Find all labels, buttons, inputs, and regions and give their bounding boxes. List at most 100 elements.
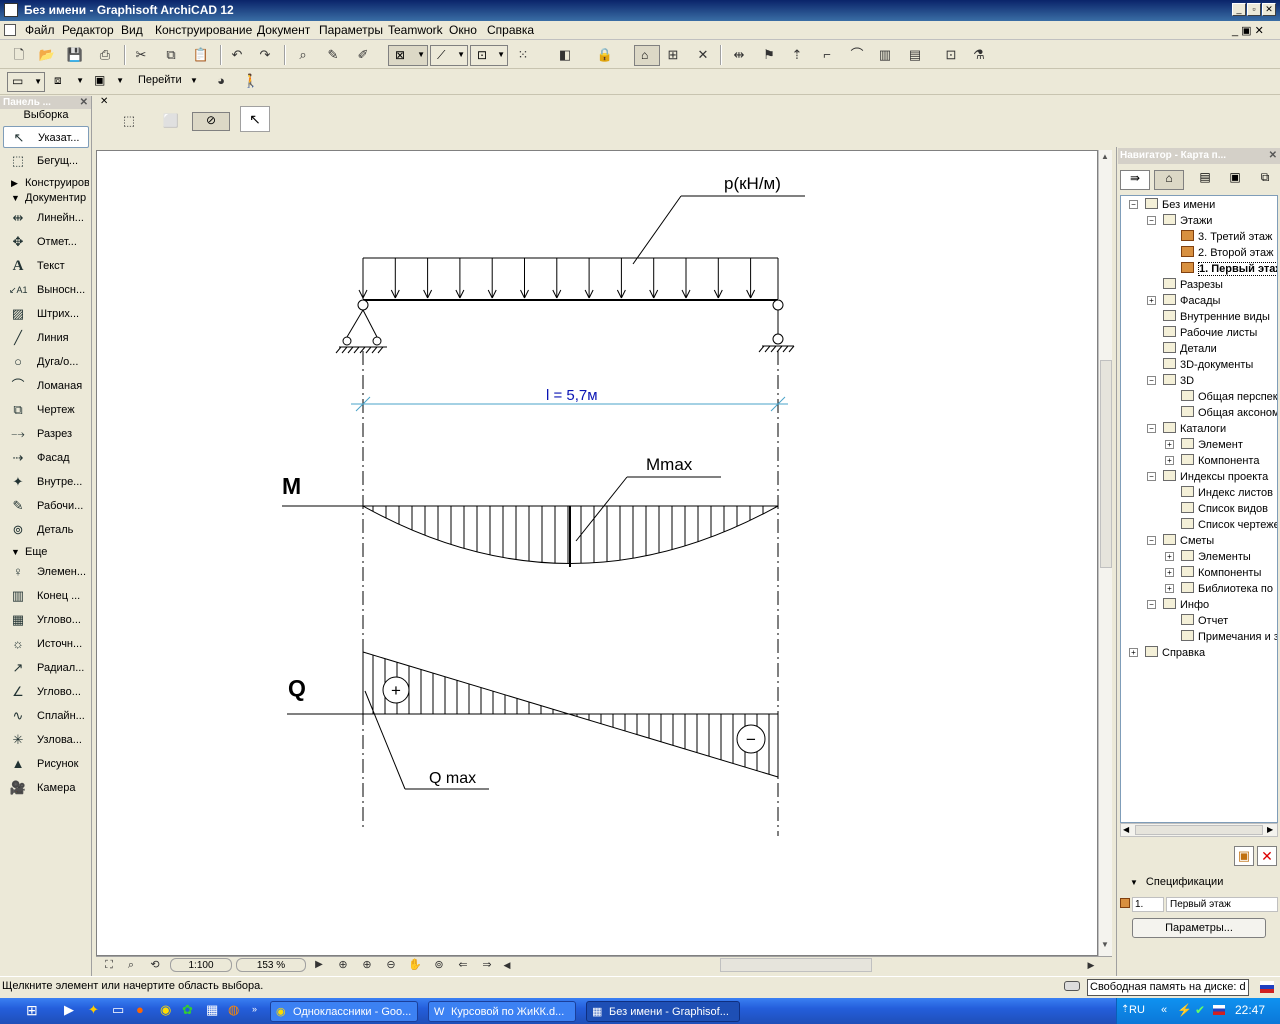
tool-fill[interactable]: ▨ Штрих...	[3, 303, 89, 325]
group-design[interactable]: ▶ Конструиров	[3, 176, 89, 190]
tool-spline[interactable]: ∿ Сплайн...	[3, 705, 89, 727]
tree-node[interactable]: Внутренние виды	[1163, 309, 1270, 325]
tray-check-icon[interactable]: ✔	[1195, 1003, 1205, 1017]
zoom-field[interactable]: 153 %	[236, 958, 306, 972]
tool-drawing[interactable]: ⧉ Чертеж	[3, 399, 89, 421]
save-icon[interactable]: 💾	[66, 46, 84, 64]
scroll-up-icon[interactable]: ▲	[1101, 152, 1109, 161]
menu-design[interactable]: Конструирование	[155, 23, 252, 37]
quicklaunch-more-icon[interactable]: »	[252, 1004, 257, 1014]
tool-polyline[interactable]: ⌒ Ломаная	[3, 375, 89, 397]
scroll-right-icon[interactable]: ▶	[1082, 956, 1100, 974]
restore-button[interactable]: ▫	[1247, 3, 1261, 16]
tree-node[interactable]: 3D-документы	[1163, 357, 1253, 373]
rotate-icon[interactable]: ⟲	[146, 956, 164, 974]
intersect-icon[interactable]: ⌐	[818, 46, 836, 64]
lock-icon[interactable]: 🔒	[596, 46, 614, 64]
layers-icon[interactable]: ◧	[556, 46, 574, 64]
tree-node[interactable]: 3. Третий этаж	[1181, 229, 1272, 245]
menu-teamwork[interactable]: Teamwork	[388, 23, 443, 37]
tree-scroll-right-icon[interactable]: ▶	[1267, 825, 1273, 834]
tool-figure[interactable]: ▲ Рисунок	[3, 753, 89, 775]
menu-window[interactable]: Окно	[449, 23, 477, 37]
paste-icon[interactable]: 📋	[192, 46, 210, 64]
collapse-icon[interactable]: −	[1147, 600, 1156, 609]
tool-pointer[interactable]: ↖ Указат...	[3, 126, 89, 148]
tool-detail[interactable]: ⊚ Деталь	[3, 519, 89, 541]
elevate-icon[interactable]: ⇡	[788, 46, 806, 64]
find-select-icon[interactable]: ⌕	[294, 46, 312, 64]
specifications-header[interactable]: ▼ Спецификации	[1130, 876, 1270, 890]
tree-node[interactable]: + Библиотека по	[1165, 581, 1273, 597]
tool-hotspot[interactable]: ✳ Узлова...	[3, 729, 89, 751]
menu-help[interactable]: Справка	[487, 23, 534, 37]
group-document[interactable]: ▼ Документир	[3, 191, 89, 205]
quicklaunch-chrome-icon[interactable]: ◉	[160, 1002, 176, 1018]
tree-node[interactable]: − Инфо	[1147, 597, 1209, 613]
tree-node[interactable]: Общая аксонометрия	[1181, 405, 1277, 421]
publisher-tab[interactable]: ▣	[1224, 170, 1246, 190]
next-zoom-icon[interactable]: ⇒	[478, 956, 496, 974]
grid-snap-icon[interactable]: ⁙	[514, 46, 532, 64]
arrow-tool-icon[interactable]: ↖	[240, 106, 270, 132]
tray-app-icon[interactable]: ⚡	[1177, 1003, 1192, 1017]
tool-arc[interactable]: ○ Дуга/о...	[3, 351, 89, 373]
language-indicator[interactable]: RU	[1129, 1004, 1145, 1016]
tree-node[interactable]: + Элементы	[1165, 549, 1251, 565]
tree-scroll-thumb[interactable]	[1135, 825, 1263, 835]
frame-icon[interactable]: ⊡	[942, 46, 960, 64]
scroll-down-icon[interactable]: ▼	[1101, 940, 1109, 949]
collapse-icon[interactable]: −	[1147, 216, 1156, 225]
tool-interior-elevation[interactable]: ✦ Внутре...	[3, 471, 89, 493]
tool-line[interactable]: ╱ Линия	[3, 327, 89, 349]
collapse-icon[interactable]: −	[1147, 536, 1156, 545]
tree-node[interactable]: Примечания и з	[1181, 629, 1277, 645]
collapse-icon[interactable]: −	[1147, 472, 1156, 481]
offset-icon[interactable]: ▥	[876, 46, 894, 64]
scale-field[interactable]: 1:100	[170, 958, 232, 972]
drawing-canvas[interactable]: p(кН/м) l = 5,7м M Mmax Q + − Q max	[96, 150, 1098, 956]
tree-node[interactable]: Список чертежей	[1181, 517, 1277, 533]
tree-node[interactable]: + Справка	[1129, 645, 1205, 661]
tool-object[interactable]: ♀ Элемен...	[3, 561, 89, 583]
zoom-arrow-icon[interactable]: ▶	[310, 956, 328, 974]
snap-dropdown[interactable]: ⊡ ▼	[470, 45, 508, 66]
start-icon[interactable]: ⊞	[26, 1002, 42, 1018]
tree-node[interactable]: 2. Второй этаж	[1181, 245, 1273, 261]
selection-method-icon[interactable]: ⬚	[120, 112, 138, 130]
tray-expand-icon[interactable]: «	[1161, 1004, 1167, 1016]
goto-chevron-icon[interactable]: ▼	[190, 76, 198, 85]
print-icon[interactable]: ⎙	[96, 46, 114, 64]
tool-level-dimension[interactable]: ✥ Отмет...	[3, 231, 89, 253]
expand-icon[interactable]: +	[1129, 648, 1138, 657]
tree-node[interactable]: 1. Первый этаж	[1181, 261, 1277, 277]
menu-options[interactable]: Параметры	[319, 23, 383, 37]
syringe-icon[interactable]: ✐	[354, 46, 372, 64]
adjust-icon[interactable]: ⇹	[730, 46, 748, 64]
collapse-icon[interactable]: −	[1147, 424, 1156, 433]
tree-node[interactable]: Индекс листов	[1181, 485, 1273, 501]
tool-marquee[interactable]: ⬚ Бегущ...	[3, 150, 89, 172]
split-icon[interactable]: ⚑	[760, 46, 778, 64]
task-archicad[interactable]: ▦ Без имени - Graphisof...	[586, 1001, 740, 1022]
open-file-icon[interactable]: 📂	[38, 46, 56, 64]
render-icon[interactable]: ◕	[212, 72, 230, 90]
eyedropper-icon[interactable]: ✎	[324, 46, 342, 64]
parameters-button[interactable]: Параметры...	[1132, 918, 1266, 938]
zoom-in-icon[interactable]: ⊕	[358, 956, 376, 974]
quicklaunch-app-icon[interactable]: ✦	[88, 1002, 104, 1018]
menu-view[interactable]: Вид	[121, 23, 143, 37]
quicklaunch-opera-icon[interactable]: ●	[136, 1002, 152, 1018]
expand-icon[interactable]: +	[1147, 296, 1156, 305]
trace-toggle[interactable]: ⌂	[634, 45, 660, 66]
tree-node[interactable]: Общая перспектива	[1181, 389, 1277, 405]
tree-node[interactable]: + Фасады	[1147, 293, 1220, 309]
guide-lines-dropdown[interactable]: ⟋ ▼	[430, 45, 468, 66]
previous-zoom-icon[interactable]: ⇐	[454, 956, 472, 974]
new-view-icon[interactable]: ▣	[1234, 846, 1254, 866]
zoom-preview-icon[interactable]: ⌕	[122, 956, 140, 974]
tree-node[interactable]: Отчет	[1181, 613, 1228, 629]
delete-view-icon[interactable]: ✕	[1257, 846, 1277, 866]
minimize-button[interactable]: _	[1232, 3, 1246, 16]
tool-worksheet[interactable]: ✎ Рабочи...	[3, 495, 89, 517]
